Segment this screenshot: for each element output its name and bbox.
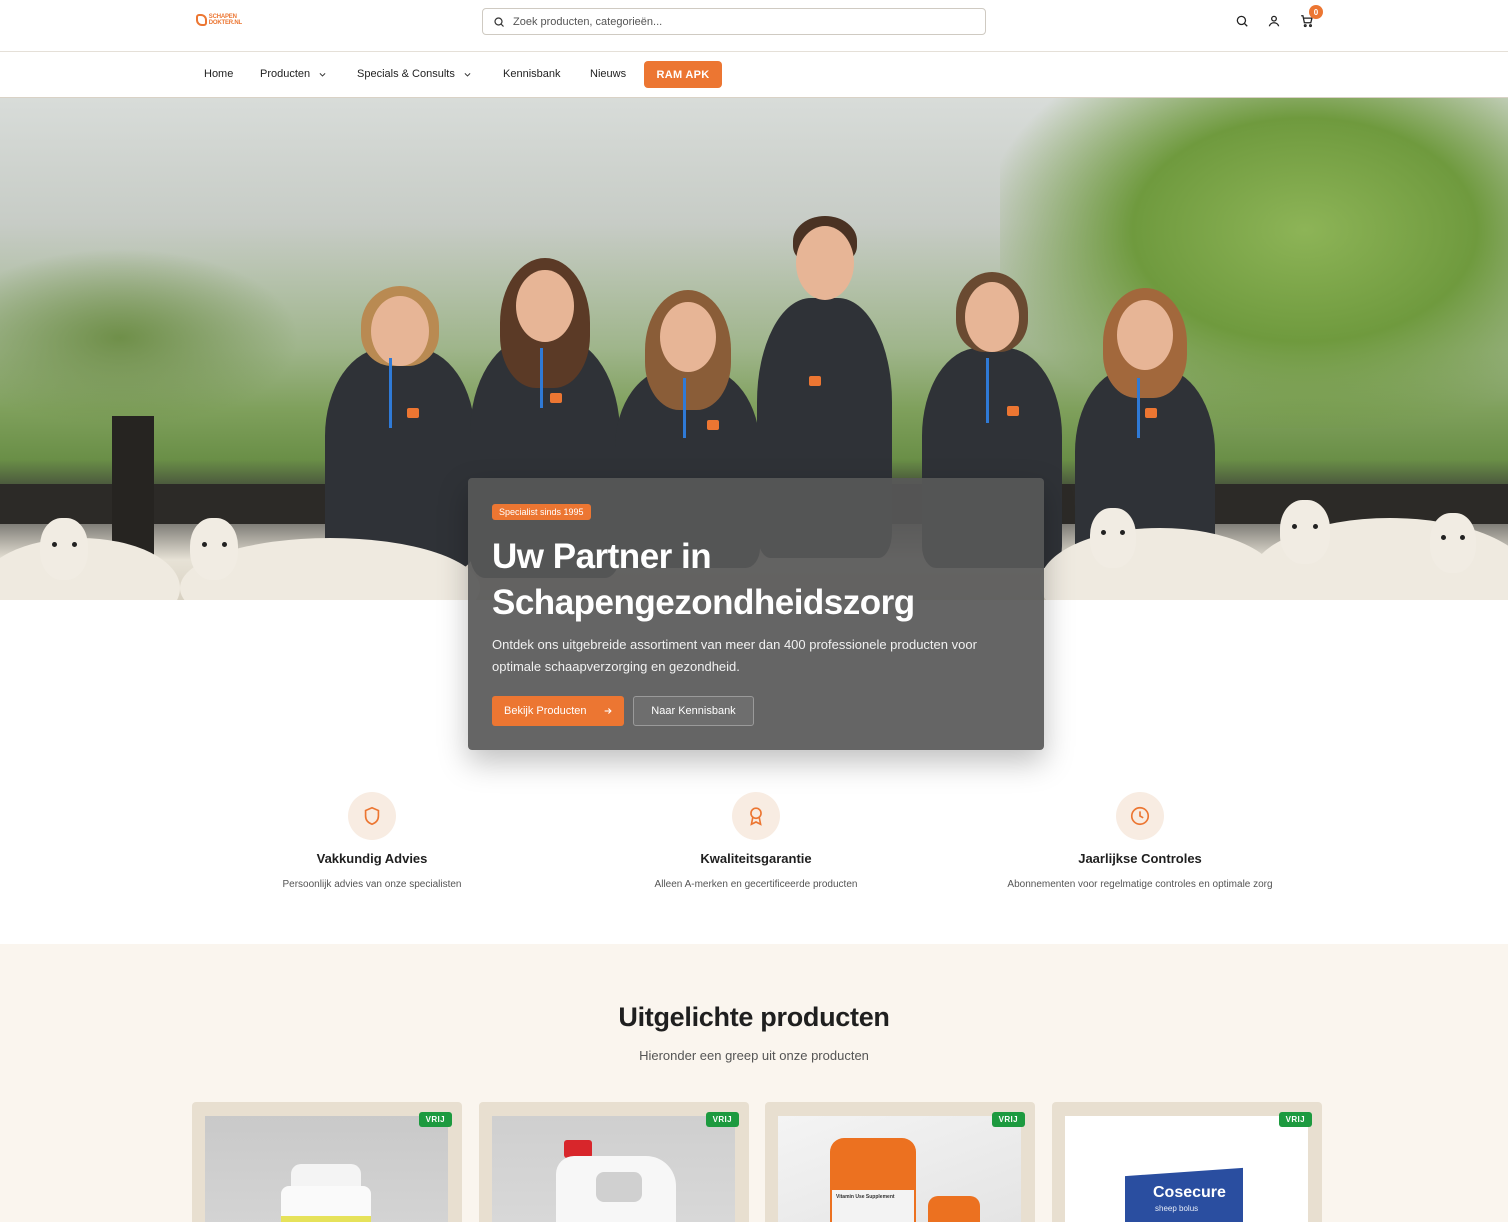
feature-title: Kwaliteitsgarantie [700, 851, 812, 866]
hero-card: Specialist sinds 1995 Uw Partner in Scha… [468, 478, 1044, 750]
sheep-head [1280, 500, 1330, 564]
chevron-down-icon [464, 72, 471, 77]
clock-icon [1130, 806, 1150, 826]
nav-label: Home [204, 68, 234, 80]
sheep-head [1430, 513, 1476, 573]
feature-icon-circle [1116, 792, 1164, 840]
trees-backdrop [1000, 98, 1508, 428]
main-nav: Home Producten Specials & Consults Kenni… [0, 52, 1508, 98]
product-image: Vitamin Use Supplement [778, 1116, 1021, 1222]
product-card[interactable]: VRIJ [479, 1102, 749, 1222]
product-card[interactable]: VRIJ Vitamin Use Supplement [765, 1102, 1035, 1222]
availability-badge: VRIJ [418, 1112, 452, 1127]
search-bar [482, 8, 986, 35]
cart-count-badge: 0 [1309, 5, 1323, 19]
availability-badge: VRIJ [991, 1112, 1025, 1127]
nav-item-nieuws[interactable]: Nieuws [590, 68, 626, 80]
feature-icon-circle [732, 792, 780, 840]
section-title: Uitgelichte producten [618, 1002, 890, 1032]
hero-badge: Specialist sinds 1995 [492, 504, 591, 520]
feature-kwaliteit: Kwaliteitsgarantie Alleen A-merken en ge… [576, 792, 936, 890]
account-icon[interactable] [1267, 14, 1281, 28]
product-image [205, 1116, 448, 1222]
nav-item-kennisbank[interactable]: Kennisbank [503, 68, 561, 80]
feature-description: Alleen A-merken en gecertificeerde produ… [654, 879, 858, 890]
button-label: Bekijk Producten [504, 705, 587, 717]
trees-backdrop-left [0, 248, 300, 428]
view-products-button[interactable]: Bekijk Producten [492, 696, 624, 726]
product-card[interactable]: VRIJ Cosecure sheep bolus [1052, 1102, 1322, 1222]
product-brand-sub: sheep bolus [1155, 1204, 1199, 1213]
product-label: Vitamin Use Supplement [832, 1190, 914, 1222]
nav-item-producten[interactable]: Producten [260, 68, 327, 80]
nav-label: Producten [260, 68, 311, 80]
feature-description: Persoonlijk advies van onze specialisten [282, 879, 462, 890]
search-icon[interactable] [1235, 14, 1249, 28]
arrow-right-icon [604, 708, 612, 714]
availability-badge: VRIJ [1278, 1112, 1312, 1127]
logo-line-2: DOKTER.NL [208, 20, 242, 26]
section-subtitle: Hieronder een greep uit onze producten [639, 1048, 869, 1063]
nav-label: Kennisbank [503, 68, 561, 80]
feature-icon-circle [348, 792, 396, 840]
feature-description: Abonnementen voor regelmatige controles … [1007, 879, 1273, 890]
chevron-down-icon [319, 72, 326, 77]
shield-icon [364, 806, 380, 826]
sheep-head [1090, 508, 1136, 568]
product-card[interactable]: VRIJ [192, 1102, 462, 1222]
award-icon [750, 807, 762, 826]
product-brand: Cosecure [1153, 1184, 1226, 1201]
search-input[interactable] [513, 15, 973, 28]
team-member [325, 286, 475, 568]
product-image: Cosecure sheep bolus [1065, 1116, 1308, 1222]
sheep-head [190, 518, 238, 580]
feature-title: Vakkundig Advies [316, 851, 428, 866]
nav-item-home[interactable]: Home [204, 68, 233, 80]
knowledge-base-button[interactable]: Naar Kennisbank [633, 696, 754, 726]
availability-badge: VRIJ [705, 1112, 739, 1127]
product-image [492, 1116, 735, 1222]
nav-item-specials[interactable]: Specials & Consults [357, 68, 472, 80]
logo-text: SCHAPEN DOKTER.NL [209, 14, 242, 26]
site-logo[interactable]: SCHAPEN DOKTER.NL [196, 12, 242, 28]
hero-title: Uw Partner in Schapengezondheidszorg [492, 537, 915, 622]
featured-products-section: Uitgelichte producten Hieronder een gree… [0, 944, 1508, 1222]
feature-advies: Vakkundig Advies Persoonlijk advies van … [192, 792, 552, 890]
sheep-head [40, 518, 88, 580]
hero-description: Ontdek ons uitgebreide assortiment van m… [492, 637, 977, 674]
search-icon [494, 16, 504, 27]
ram-apk-button[interactable]: RAM APK [644, 61, 722, 88]
feature-title: Jaarlijkse Controles [1078, 851, 1202, 866]
top-bar: SCHAPEN DOKTER.NL 0 [0, 0, 1508, 52]
nav-label: Nieuws [590, 68, 627, 80]
nav-label: Specials & Consults [357, 68, 455, 80]
feature-controles: Jaarlijkse Controles Abonnementen voor r… [960, 792, 1320, 890]
sheep-logo-icon [196, 14, 207, 26]
